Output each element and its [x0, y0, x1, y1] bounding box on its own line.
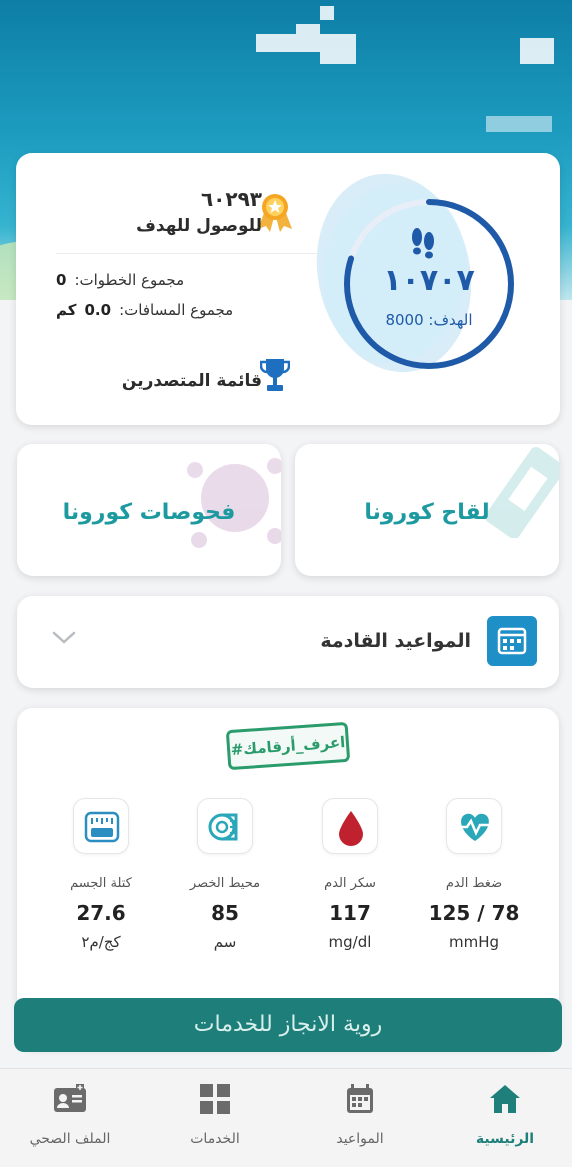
- total-steps-row: مجموع الخطوات: 0: [56, 271, 294, 289]
- blurred-pixel-block: [296, 24, 320, 52]
- nav-appointments[interactable]: المواعيد: [305, 1081, 415, 1147]
- blurred-pixel-block: [520, 38, 554, 64]
- metric-unit: mmHg: [448, 933, 500, 951]
- metric-name: سكر الدم: [324, 876, 376, 891]
- metric-unit: mg/dl: [328, 933, 372, 951]
- metric-blood-pressure[interactable]: ضغط الدم 125 / 78 mmHg: [414, 798, 534, 951]
- total-distance-row: مجموع المسافات: 0.0 كم: [56, 301, 294, 319]
- total-distance-value: 0.0: [84, 301, 112, 319]
- know-your-numbers-stamp: #اعرف_أرقامك: [225, 721, 351, 771]
- nav-label: الخدمات: [190, 1131, 240, 1147]
- achievement-banner[interactable]: روية الانجاز للخدمات: [14, 998, 562, 1052]
- steps-count: ١٠٧٠٧: [383, 263, 475, 298]
- blurred-pixel-block: [256, 34, 296, 52]
- heart-pulse-icon: [446, 798, 502, 854]
- corona-vaccine-card[interactable]: لقاح كورونا: [295, 444, 559, 576]
- blurred-pixel-block: [486, 116, 552, 132]
- divider: [56, 253, 318, 254]
- nav-label: الملف الصحي: [29, 1131, 111, 1147]
- health-numbers-card: #اعرف_أرقامك ضغط الدم 125 / 78 mmHg سكر …: [17, 708, 559, 1048]
- metric-name: محيط الخصر: [189, 876, 261, 891]
- trophy-icon: [260, 359, 290, 391]
- nav-label: الرئيسية: [475, 1131, 535, 1147]
- metric-value: 27.6: [76, 901, 126, 925]
- steps-card[interactable]: ١٠٧٠٧ الهدف: 8000 ٦٠٢٩٣ للوصول للهدف مجم…: [16, 153, 560, 425]
- nav-label: المواعيد: [336, 1131, 384, 1147]
- blood-drop-icon: [322, 798, 378, 854]
- corona-vaccine-label: لقاح كورونا: [364, 500, 490, 525]
- tape-measure-icon: [197, 798, 253, 854]
- calendar-icon: [487, 616, 537, 666]
- footsteps-icon: [408, 225, 438, 266]
- metric-unit: كج/م٢: [81, 933, 121, 951]
- blurred-pixel-block: [320, 34, 356, 64]
- home-icon: [487, 1081, 523, 1117]
- blurred-pixel-block: [320, 6, 334, 20]
- metric-blood-sugar[interactable]: سكر الدم 117 mg/dl: [290, 798, 410, 951]
- metric-name: ضغط الدم: [445, 876, 503, 891]
- distance-unit: كم: [56, 301, 77, 319]
- corona-tests-card[interactable]: فحوصات كورونا: [17, 444, 281, 576]
- goal-value: 8000: [385, 311, 424, 329]
- metric-unit: سم: [213, 933, 237, 951]
- chevron-down-icon[interactable]: [51, 628, 77, 648]
- steps-goal: الهدف: 8000: [338, 311, 520, 329]
- total-distance-label: مجموع المسافات:: [119, 301, 234, 319]
- total-steps-value: 0: [56, 271, 67, 289]
- nav-home[interactable]: الرئيسية: [450, 1081, 560, 1147]
- metric-bmi[interactable]: كتلة الجسم 27.6 كج/م٢: [41, 798, 161, 951]
- metric-name: كتلة الجسم: [70, 876, 132, 891]
- steps-remaining: ٦٠٢٩٣: [200, 187, 262, 211]
- bmi-scale-icon: [73, 798, 129, 854]
- grid-icon: [197, 1081, 233, 1117]
- total-steps-label: مجموع الخطوات:: [74, 271, 185, 289]
- metric-value: 117: [329, 901, 371, 925]
- upcoming-appointments[interactable]: المواعيد القادمة: [17, 596, 559, 688]
- nav-health-profile[interactable]: الملف الصحي: [15, 1081, 125, 1147]
- remaining-label: للوصول للهدف: [136, 216, 262, 236]
- calendar-icon: [342, 1081, 378, 1117]
- corona-tests-label: فحوصات كورونا: [62, 500, 236, 525]
- metric-waist[interactable]: محيط الخصر 85 سم: [165, 798, 285, 951]
- id-card-icon: [52, 1081, 88, 1117]
- goal-label: الهدف:: [428, 311, 473, 329]
- bottom-navigation: الرئيسية المواعيد الخدمات الملف الصحي: [0, 1068, 572, 1167]
- leaderboard-link[interactable]: قائمة المتصدرين: [100, 371, 262, 391]
- metric-value: 85: [211, 901, 239, 925]
- metric-value: 125 / 78: [428, 901, 520, 925]
- appointments-label: المواعيد القادمة: [320, 630, 471, 652]
- nav-services[interactable]: الخدمات: [160, 1081, 270, 1147]
